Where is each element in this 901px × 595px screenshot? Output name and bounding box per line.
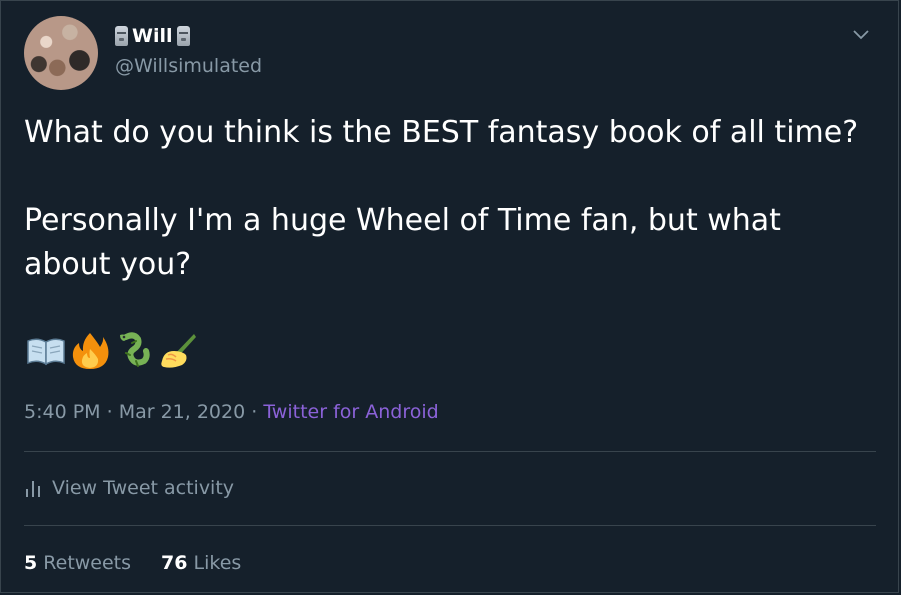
likes-stat[interactable]: 76 Likes xyxy=(161,552,241,574)
tweet-time[interactable]: 5:40 PM xyxy=(24,401,101,423)
retweets-stat[interactable]: 5 Retweets xyxy=(24,552,131,574)
divider xyxy=(24,525,876,526)
moai-icon xyxy=(115,26,128,46)
tweet-meta: 5:40 PM · Mar 21, 2020 · Twitter for And… xyxy=(24,401,439,423)
tweet-card: Will @Willsimulated What do you think is… xyxy=(0,0,899,593)
tweet-stats: 5 Retweets 76 Likes xyxy=(24,552,241,574)
dragon-icon xyxy=(120,332,150,367)
likes-label: Likes xyxy=(193,552,242,574)
meta-separator: · xyxy=(251,401,258,423)
display-name[interactable]: Will xyxy=(132,25,173,47)
tweet-date[interactable]: Mar 21, 2020 xyxy=(119,401,246,423)
tweet-text-line: What do you think is the BEST fantasy bo… xyxy=(24,115,859,150)
view-tweet-activity-button[interactable]: View Tweet activity xyxy=(24,477,234,499)
analytics-icon xyxy=(26,481,40,497)
emoji-row xyxy=(26,331,198,371)
tweet-text: What do you think is the BEST fantasy bo… xyxy=(24,111,874,287)
avatar[interactable] xyxy=(24,16,98,90)
view-tweet-activity-label: View Tweet activity xyxy=(52,477,235,499)
chevron-down-icon[interactable] xyxy=(851,25,871,45)
retweets-label: Retweets xyxy=(43,552,132,574)
divider xyxy=(24,451,876,452)
fire-icon xyxy=(72,333,109,369)
open-book-icon xyxy=(27,338,65,366)
retweets-count: 5 xyxy=(24,552,38,574)
writing-hand-icon xyxy=(161,334,196,368)
likes-count: 76 xyxy=(161,552,188,574)
user-handle[interactable]: @Willsimulated xyxy=(115,55,262,77)
meta-separator: · xyxy=(106,401,113,423)
display-name-row[interactable]: Will xyxy=(115,25,190,47)
tweet-text-line: Personally I'm a huge Wheel of Time fan,… xyxy=(24,203,781,282)
moai-icon xyxy=(176,26,190,46)
tweet-source-link[interactable]: Twitter for Android xyxy=(263,401,438,423)
